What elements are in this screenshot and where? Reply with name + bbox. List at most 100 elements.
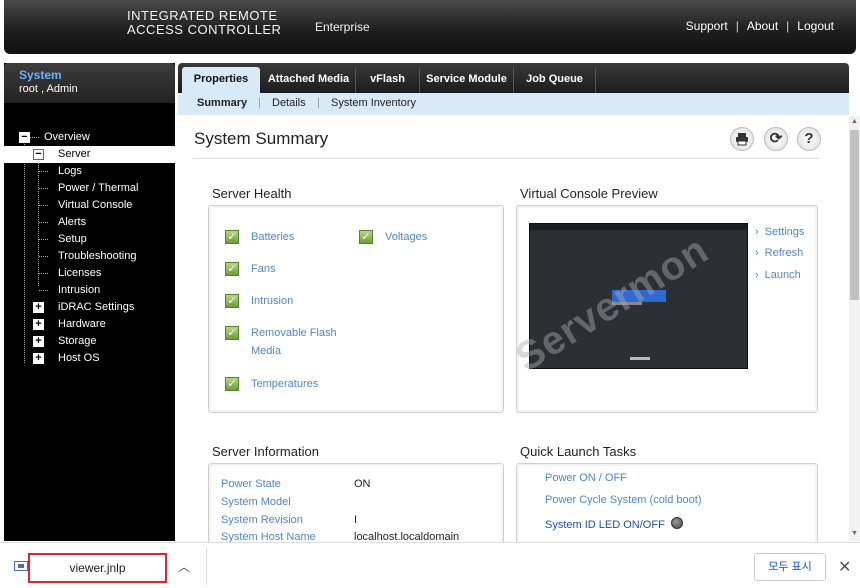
vc-launch-link[interactable]: › Launch: [755, 269, 801, 281]
close-icon[interactable]: ✕: [838, 557, 851, 577]
about-link[interactable]: About: [747, 19, 778, 33]
tree-item-intrusion[interactable]: Intrusion: [4, 282, 175, 299]
link-separator: |: [786, 19, 790, 33]
link-separator: |: [735, 19, 739, 33]
print-icon[interactable]: [730, 127, 754, 151]
scroll-down-icon[interactable]: ▼: [849, 528, 860, 540]
collapse-icon[interactable]: −: [19, 132, 30, 143]
brand-line-2: ACCESS CONTROLLER: [127, 22, 282, 37]
tab-job-queue[interactable]: Job Queue: [514, 67, 596, 93]
tree-item-troubleshooting[interactable]: Troubleshooting: [4, 248, 175, 265]
tree-connector: [39, 256, 48, 257]
refresh-icon[interactable]: ⟳: [764, 127, 788, 151]
tree-label: Storage: [58, 335, 97, 347]
tab-service-module[interactable]: Service Module: [420, 67, 514, 93]
tree-connector: [39, 188, 48, 189]
tree-label: Hardware: [58, 318, 106, 330]
file-icon: [14, 561, 28, 571]
quick-launch-panel: Power ON / OFF Power Cycle System (cold …: [516, 463, 818, 553]
page-scrollbar[interactable]: ▲ ▼: [849, 116, 860, 541]
chevron-up-icon[interactable]: ︿: [178, 558, 190, 575]
vc-refresh-link[interactable]: › Refresh: [755, 247, 803, 259]
expand-icon[interactable]: +: [33, 319, 44, 330]
tree-label: Virtual Console: [58, 199, 133, 211]
tree-item-host-os[interactable]: + Host OS: [4, 350, 175, 367]
tree-item-storage[interactable]: + Storage: [4, 333, 175, 350]
vc-settings-link[interactable]: › Settings: [755, 226, 804, 238]
info-value: I: [354, 514, 358, 526]
tree-label: Power / Thermal: [58, 182, 139, 194]
expand-icon[interactable]: +: [33, 336, 44, 347]
navigation-tree: − Overview − Server Logs Power / Thermal…: [4, 129, 175, 367]
check-icon: ✓: [225, 262, 239, 276]
tree-item-idrac-settings[interactable]: + iDRAC Settings: [4, 299, 175, 316]
health-link-intrusion[interactable]: Intrusion: [251, 292, 293, 310]
title-divider: [193, 158, 820, 159]
tree-item-server[interactable]: − Server: [4, 146, 175, 163]
tree-item-power-thermal[interactable]: Power / Thermal: [4, 180, 175, 197]
collapse-icon[interactable]: −: [33, 149, 44, 160]
tree-item-hardware[interactable]: + Hardware: [4, 316, 175, 333]
chevron-right-icon: ›: [755, 269, 759, 281]
info-row-power-state: Power State ON: [221, 478, 481, 492]
health-item-temperatures: ✓ Temperatures: [225, 377, 318, 393]
tree-label: Logs: [58, 165, 82, 177]
server-information-panel: Power State ON System Model System Revis…: [208, 463, 504, 553]
main-content: Properties Attached Media vFlash Service…: [178, 63, 849, 553]
tree-item-setup[interactable]: Setup: [4, 231, 175, 248]
subtab-system-inventory[interactable]: System Inventory: [331, 97, 416, 109]
power-cycle-link[interactable]: Power Cycle System (cold boot): [545, 494, 702, 506]
system-id-led-link[interactable]: System ID LED ON/OFF: [545, 519, 665, 531]
top-header: INTEGRATED REMOTE ACCESS CONTROLLER Ente…: [4, 0, 856, 54]
logout-link[interactable]: Logout: [797, 19, 834, 33]
health-link-voltages[interactable]: Voltages: [385, 228, 427, 246]
health-link-temperatures[interactable]: Temperatures: [251, 375, 318, 393]
subtab-summary[interactable]: Summary: [197, 97, 247, 109]
tree-label: Overview: [44, 131, 90, 143]
health-item-voltages: ✓ Voltages: [359, 230, 427, 246]
support-link[interactable]: Support: [686, 19, 728, 33]
show-all-button[interactable]: 모두 표시: [754, 553, 826, 581]
tab-attached-media[interactable]: Attached Media: [262, 67, 356, 93]
sidebar-title[interactable]: System: [19, 68, 175, 82]
tree-connector: [39, 290, 48, 291]
tree-item-overview[interactable]: − Overview: [4, 129, 175, 146]
tree-item-licenses[interactable]: Licenses: [4, 265, 175, 282]
info-key[interactable]: System Revision: [221, 514, 303, 526]
health-link-removable-flash-media[interactable]: Removable Flash Media: [251, 324, 341, 360]
power-on-off-link[interactable]: Power ON / OFF: [545, 472, 627, 484]
expand-icon[interactable]: +: [33, 353, 44, 364]
info-row-system-revision: System Revision I: [221, 514, 481, 528]
tree-item-virtual-console[interactable]: Virtual Console: [4, 197, 175, 214]
tree-label: Licenses: [58, 267, 102, 279]
page-title: System Summary: [194, 129, 329, 148]
tree-connector: [39, 171, 48, 172]
expand-icon[interactable]: +: [33, 302, 44, 313]
download-item[interactable]: viewer.jnlp: [28, 553, 167, 583]
tab-properties[interactable]: Properties: [182, 67, 260, 93]
health-item-fans: ✓ Fans: [225, 262, 275, 278]
subtab-details[interactable]: Details: [272, 97, 306, 109]
sidebar: System root , Admin − Overview − Server …: [4, 63, 175, 541]
scroll-thumb[interactable]: [850, 130, 859, 300]
health-link-batteries[interactable]: Batteries: [251, 228, 294, 246]
info-key[interactable]: Power State: [221, 478, 281, 490]
led-indicator-icon[interactable]: [671, 517, 683, 529]
health-link-fans[interactable]: Fans: [251, 260, 275, 278]
tree-connector: [39, 205, 48, 206]
info-key[interactable]: System Model: [221, 496, 291, 508]
health-item-intrusion: ✓ Intrusion: [225, 294, 293, 310]
vc-launch-label: Launch: [764, 269, 801, 281]
tree-item-logs[interactable]: Logs: [4, 163, 175, 180]
tree-item-alerts[interactable]: Alerts: [4, 214, 175, 231]
tree-connector: [39, 239, 48, 240]
download-bar: viewer.jnlp ︿ 모두 표시 ✕: [0, 542, 860, 588]
logged-in-user: root , Admin: [19, 83, 78, 95]
scroll-up-icon[interactable]: ▲: [849, 116, 860, 128]
tree-label: Host OS: [58, 352, 100, 364]
tab-vflash[interactable]: vFlash: [356, 67, 420, 93]
help-icon[interactable]: ?: [797, 127, 821, 151]
tab-bar: Properties Attached Media vFlash Service…: [178, 63, 849, 93]
check-icon: ✓: [225, 230, 239, 244]
server-health-title: Server Health: [212, 186, 292, 201]
